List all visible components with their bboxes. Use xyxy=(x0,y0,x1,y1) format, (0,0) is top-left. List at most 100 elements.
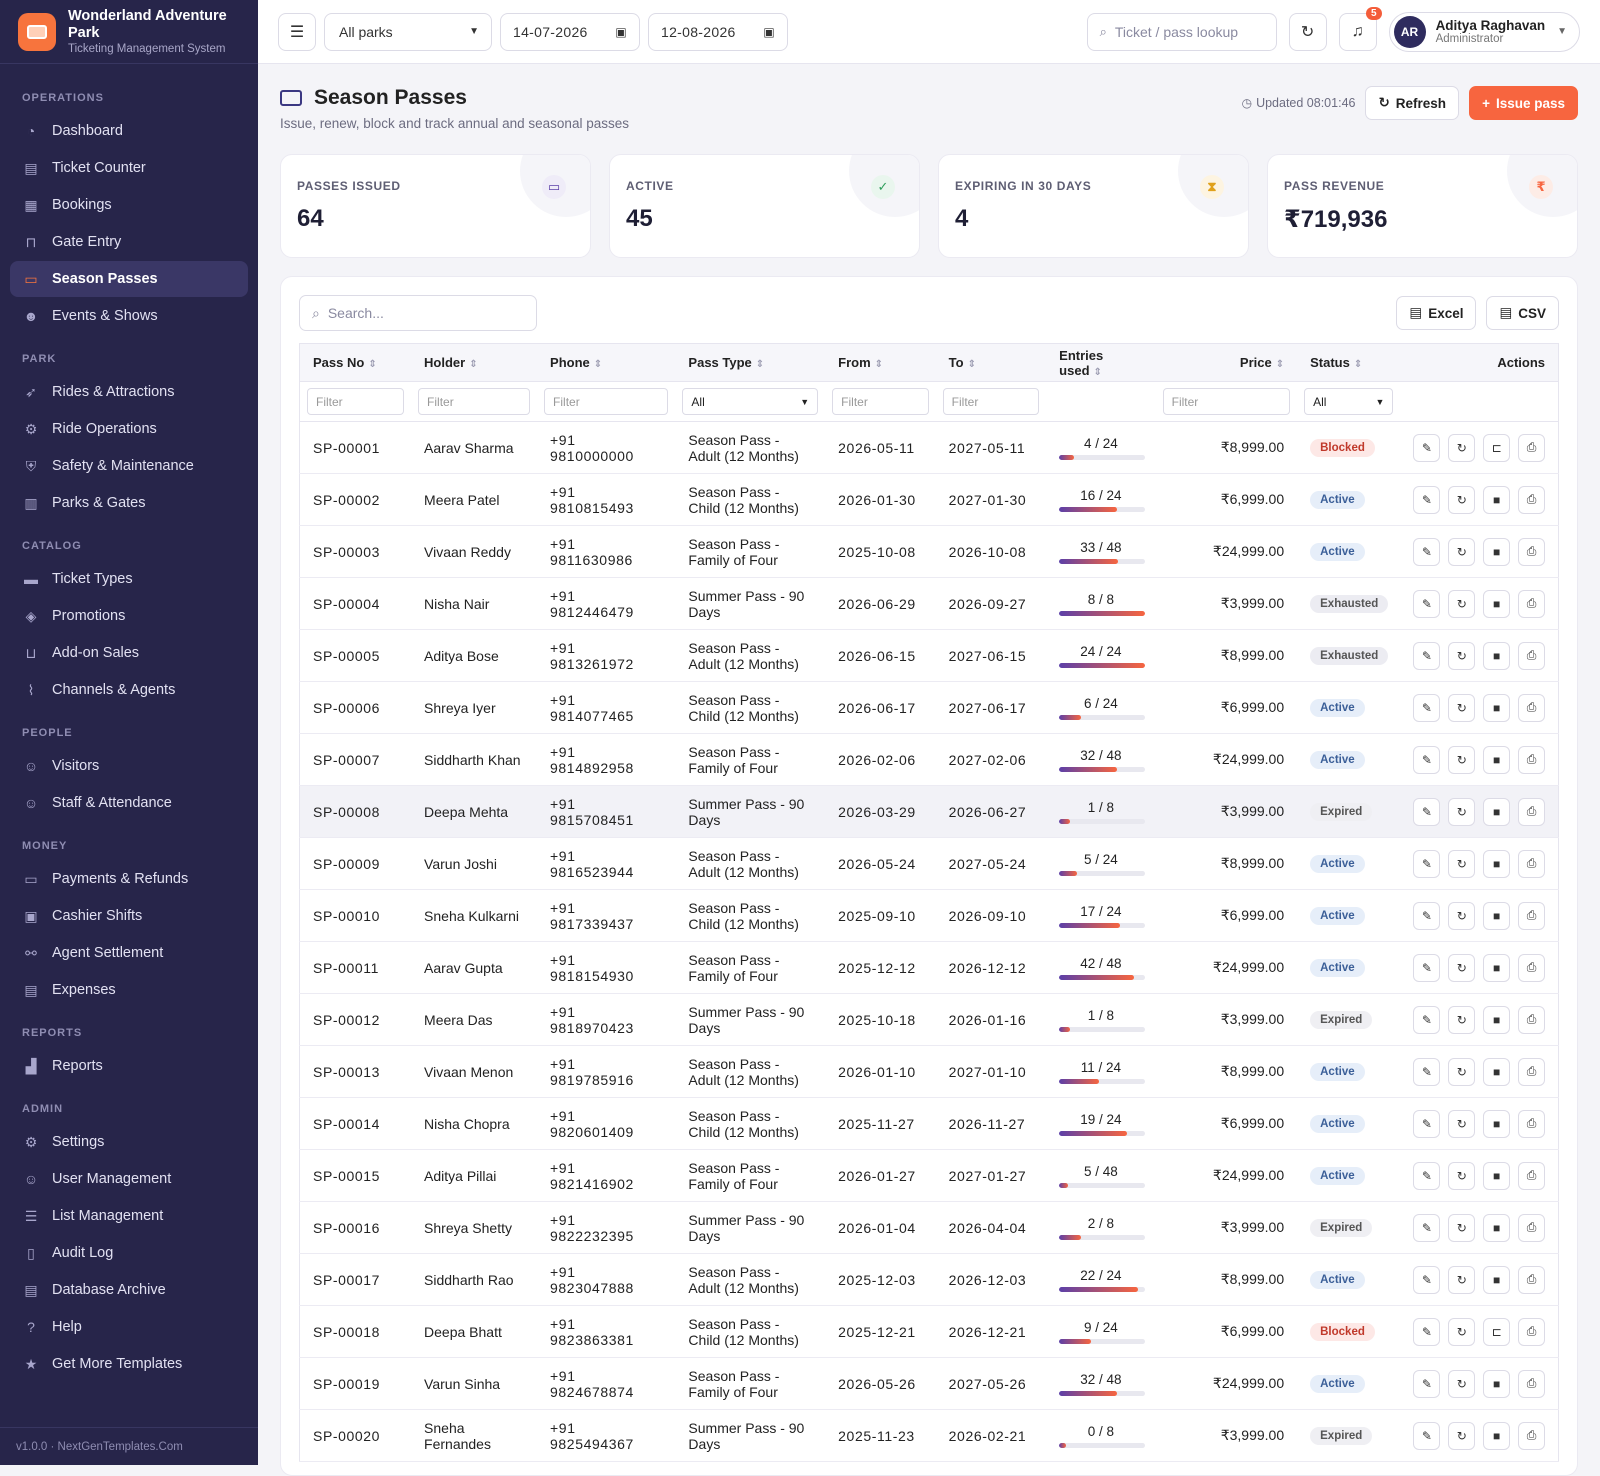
edit-button[interactable]: ✎ xyxy=(1413,434,1440,462)
edit-button[interactable]: ✎ xyxy=(1413,1266,1440,1294)
edit-button[interactable]: ✎ xyxy=(1413,798,1440,826)
filter-input-holder[interactable]: Filter xyxy=(418,388,530,415)
notifications-button[interactable]: ♫ 5 xyxy=(1339,13,1377,51)
table-row[interactable]: SP-00018Deepa Bhatt+91 9823863381Season … xyxy=(300,1306,1559,1358)
edit-button[interactable]: ✎ xyxy=(1413,850,1440,878)
renew-button[interactable]: ↻ xyxy=(1448,694,1475,722)
sidebar-item-dashboard[interactable]: ◔Dashboard xyxy=(10,113,248,149)
block-button[interactable]: ■ xyxy=(1483,798,1510,826)
sidebar-item-list-management[interactable]: ☰List Management xyxy=(10,1198,248,1234)
edit-button[interactable]: ✎ xyxy=(1413,1162,1440,1190)
table-row[interactable]: SP-00013Vivaan Menon+91 9819785916Season… xyxy=(300,1046,1559,1098)
table-row[interactable]: SP-00011Aarav Gupta+91 9818154930Season … xyxy=(300,942,1559,994)
block-button[interactable]: ■ xyxy=(1483,1110,1510,1138)
edit-button[interactable]: ✎ xyxy=(1413,902,1440,930)
sidebar-item-season-passes[interactable]: ▭Season Passes xyxy=(10,261,248,297)
renew-button[interactable]: ↻ xyxy=(1448,1422,1475,1450)
print-button[interactable]: ⎙ xyxy=(1518,1058,1545,1086)
block-button[interactable]: ■ xyxy=(1483,1162,1510,1190)
sidebar-item-cashier-shifts[interactable]: ▣Cashier Shifts xyxy=(10,898,248,934)
renew-button[interactable]: ↻ xyxy=(1448,1110,1475,1138)
table-row[interactable]: SP-00014Nisha Chopra+91 9820601409Season… xyxy=(300,1098,1559,1150)
renew-button[interactable]: ↻ xyxy=(1448,746,1475,774)
renew-button[interactable]: ↻ xyxy=(1448,798,1475,826)
sync-button[interactable]: ↻ xyxy=(1289,13,1327,51)
sidebar-item-visitors[interactable]: ☺Visitors xyxy=(10,748,248,784)
sidebar-item-database-archive[interactable]: ▤Database Archive xyxy=(10,1272,248,1308)
sidebar-item-help[interactable]: ?Help xyxy=(10,1309,248,1345)
print-button[interactable]: ⎙ xyxy=(1518,642,1545,670)
sidebar-item-expenses[interactable]: ▤Expenses xyxy=(10,972,248,1008)
table-row[interactable]: SP-00017Siddharth Rao+91 9823047888Seaso… xyxy=(300,1254,1559,1306)
renew-button[interactable]: ↻ xyxy=(1448,434,1475,462)
print-button[interactable]: ⎙ xyxy=(1518,1006,1545,1034)
block-button[interactable]: ■ xyxy=(1483,538,1510,566)
renew-button[interactable]: ↻ xyxy=(1448,1162,1475,1190)
sidebar-item-rides-attractions[interactable]: ➶Rides & Attractions xyxy=(10,374,248,410)
column-header-from[interactable]: From⇕ xyxy=(825,344,936,382)
sidebar-item-user-management[interactable]: ☺User Management xyxy=(10,1161,248,1197)
renew-button[interactable]: ↻ xyxy=(1448,538,1475,566)
edit-button[interactable]: ✎ xyxy=(1413,1318,1440,1346)
filter-select-status[interactable]: All▼ xyxy=(1304,388,1393,415)
filter-select-pass-type[interactable]: All▼ xyxy=(682,388,818,415)
renew-button[interactable]: ↻ xyxy=(1448,1370,1475,1398)
block-button[interactable]: ■ xyxy=(1483,1422,1510,1450)
table-row[interactable]: SP-00001Aarav Sharma+91 9810000000Season… xyxy=(300,422,1559,474)
block-button[interactable]: ■ xyxy=(1483,486,1510,514)
column-header-pass-type[interactable]: Pass Type⇕ xyxy=(675,344,825,382)
block-button[interactable]: ■ xyxy=(1483,590,1510,618)
sidebar-item-bookings[interactable]: ▦Bookings xyxy=(10,187,248,223)
edit-button[interactable]: ✎ xyxy=(1413,538,1440,566)
print-button[interactable]: ⎙ xyxy=(1518,850,1545,878)
table-row[interactable]: SP-00010Sneha Kulkarni+91 9817339437Seas… xyxy=(300,890,1559,942)
print-button[interactable]: ⎙ xyxy=(1518,1162,1545,1190)
table-row[interactable]: SP-00020Sneha Fernandes+91 9825494367Sum… xyxy=(300,1410,1559,1462)
renew-button[interactable]: ↻ xyxy=(1448,1214,1475,1242)
pass-lookup-input[interactable]: ⌕ Ticket / pass lookup xyxy=(1087,13,1277,51)
block-button[interactable]: ■ xyxy=(1483,694,1510,722)
table-row[interactable]: SP-00006Shreya Iyer+91 9814077465Season … xyxy=(300,682,1559,734)
table-row[interactable]: SP-00012Meera Das+91 9818970423Summer Pa… xyxy=(300,994,1559,1046)
column-header-pass-no[interactable]: Pass No⇕ xyxy=(300,344,412,382)
filter-input-pass-no[interactable]: Filter xyxy=(307,388,404,415)
edit-button[interactable]: ✎ xyxy=(1413,1006,1440,1034)
print-button[interactable]: ⎙ xyxy=(1518,486,1545,514)
block-button[interactable]: ■ xyxy=(1483,1006,1510,1034)
menu-toggle-button[interactable]: ☰ xyxy=(278,13,316,51)
print-button[interactable]: ⎙ xyxy=(1518,902,1545,930)
renew-button[interactable]: ↻ xyxy=(1448,1266,1475,1294)
print-button[interactable]: ⎙ xyxy=(1518,1318,1545,1346)
column-header-holder[interactable]: Holder⇕ xyxy=(411,344,537,382)
sidebar-item-add-on-sales[interactable]: ⊔Add-on Sales xyxy=(10,635,248,671)
sidebar-item-gate-entry[interactable]: ⊓Gate Entry xyxy=(10,224,248,260)
brand[interactable]: Wonderland Adventure Park Ticketing Mana… xyxy=(0,0,258,64)
sidebar-item-parks-gates[interactable]: ▥Parks & Gates xyxy=(10,485,248,521)
filter-input-from[interactable]: Filter xyxy=(832,388,929,415)
print-button[interactable]: ⎙ xyxy=(1518,798,1545,826)
block-button[interactable]: ■ xyxy=(1483,1370,1510,1398)
export-excel-button[interactable]: ▤Excel xyxy=(1396,296,1476,330)
block-button[interactable]: ■ xyxy=(1483,954,1510,982)
refresh-button[interactable]: ↻Refresh xyxy=(1365,86,1459,120)
table-row[interactable]: SP-00015Aditya Pillai+91 9821416902Seaso… xyxy=(300,1150,1559,1202)
column-header-to[interactable]: To⇕ xyxy=(936,344,1047,382)
renew-button[interactable]: ↻ xyxy=(1448,486,1475,514)
block-button[interactable]: ■ xyxy=(1483,850,1510,878)
sidebar-item-channels-agents[interactable]: ⌇Channels & Agents xyxy=(10,672,248,708)
column-header-entries-used[interactable]: Entries used⇕ xyxy=(1046,344,1155,382)
sidebar-item-payments-refunds[interactable]: ▭Payments & Refunds xyxy=(10,861,248,897)
date-from-input[interactable]: 14-07-2026 ▣ xyxy=(500,13,640,51)
block-button[interactable]: ■ xyxy=(1483,1214,1510,1242)
block-button[interactable]: ■ xyxy=(1483,902,1510,930)
renew-button[interactable]: ↻ xyxy=(1448,902,1475,930)
filter-input-to[interactable]: Filter xyxy=(943,388,1040,415)
print-button[interactable]: ⎙ xyxy=(1518,590,1545,618)
print-button[interactable]: ⎙ xyxy=(1518,538,1545,566)
sidebar-item-get-more-templates[interactable]: ★Get More Templates xyxy=(10,1346,248,1382)
table-row[interactable]: SP-00008Deepa Mehta+91 9815708451Summer … xyxy=(300,786,1559,838)
print-button[interactable]: ⎙ xyxy=(1518,694,1545,722)
edit-button[interactable]: ✎ xyxy=(1413,694,1440,722)
sidebar-item-audit-log[interactable]: ▯Audit Log xyxy=(10,1235,248,1271)
user-menu[interactable]: AR Aditya Raghavan Administrator ▼ xyxy=(1389,12,1580,52)
